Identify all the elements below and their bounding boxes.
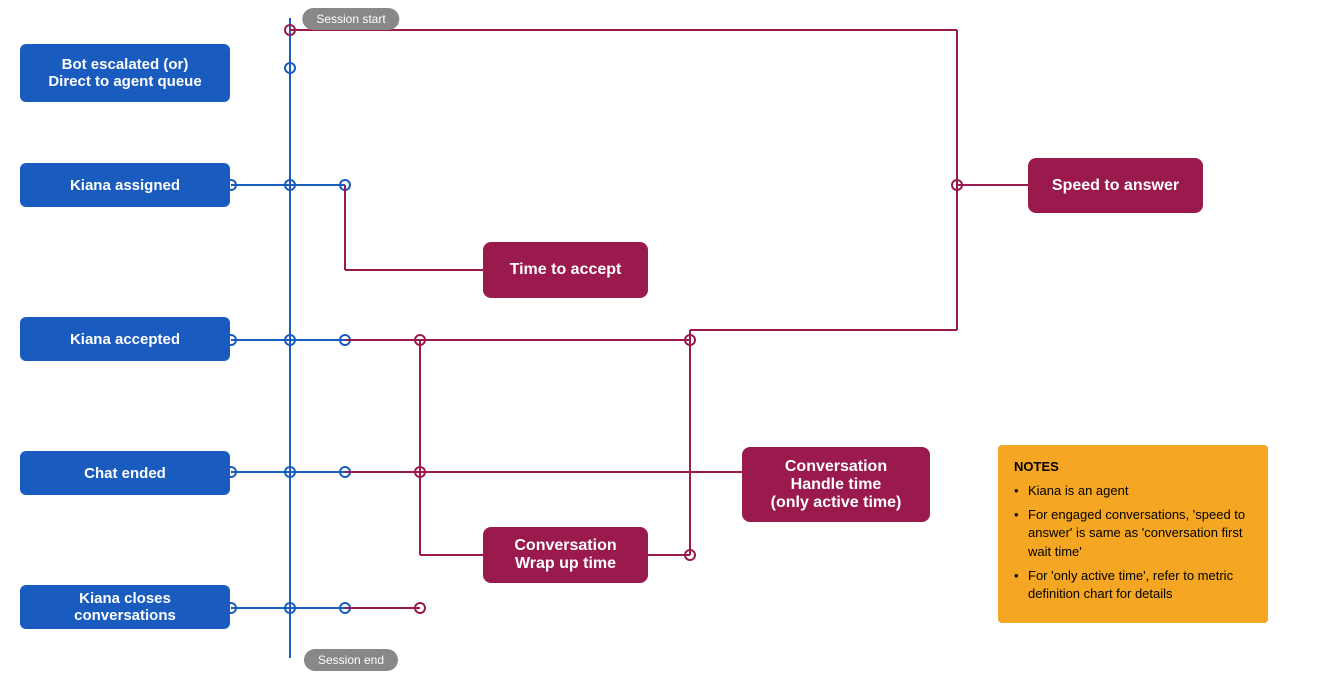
diagram-container: Session start Session end Bot escalated … xyxy=(0,0,1343,681)
notes-item-3: For 'only active time', refer to metric … xyxy=(1014,567,1252,603)
metric-time-to-accept: Time to accept xyxy=(483,242,648,298)
notes-title: NOTES xyxy=(1014,459,1252,474)
notes-item-2: For engaged conversations, 'speed to ans… xyxy=(1014,506,1252,561)
session-start-label: Session start xyxy=(302,8,399,30)
event-kiana-accepted: Kiana accepted xyxy=(20,317,230,361)
event-kiana-closes: Kiana closes conversations xyxy=(20,585,230,629)
session-end-label: Session end xyxy=(304,649,398,671)
notes-list: Kiana is an agent For engaged conversati… xyxy=(1014,482,1252,603)
metric-speed-to-answer: Speed to answer xyxy=(1028,158,1203,213)
event-chat-ended: Chat ended xyxy=(20,451,230,495)
metric-conversation-wrap-up: Conversation Wrap up time xyxy=(483,527,648,583)
notes-box: NOTES Kiana is an agent For engaged conv… xyxy=(998,445,1268,623)
event-kiana-assigned: Kiana assigned xyxy=(20,163,230,207)
notes-item-1: Kiana is an agent xyxy=(1014,482,1252,500)
metric-conversation-handle-time: Conversation Handle time (only active ti… xyxy=(742,447,930,522)
event-bot-escalated: Bot escalated (or) Direct to agent queue xyxy=(20,44,230,102)
